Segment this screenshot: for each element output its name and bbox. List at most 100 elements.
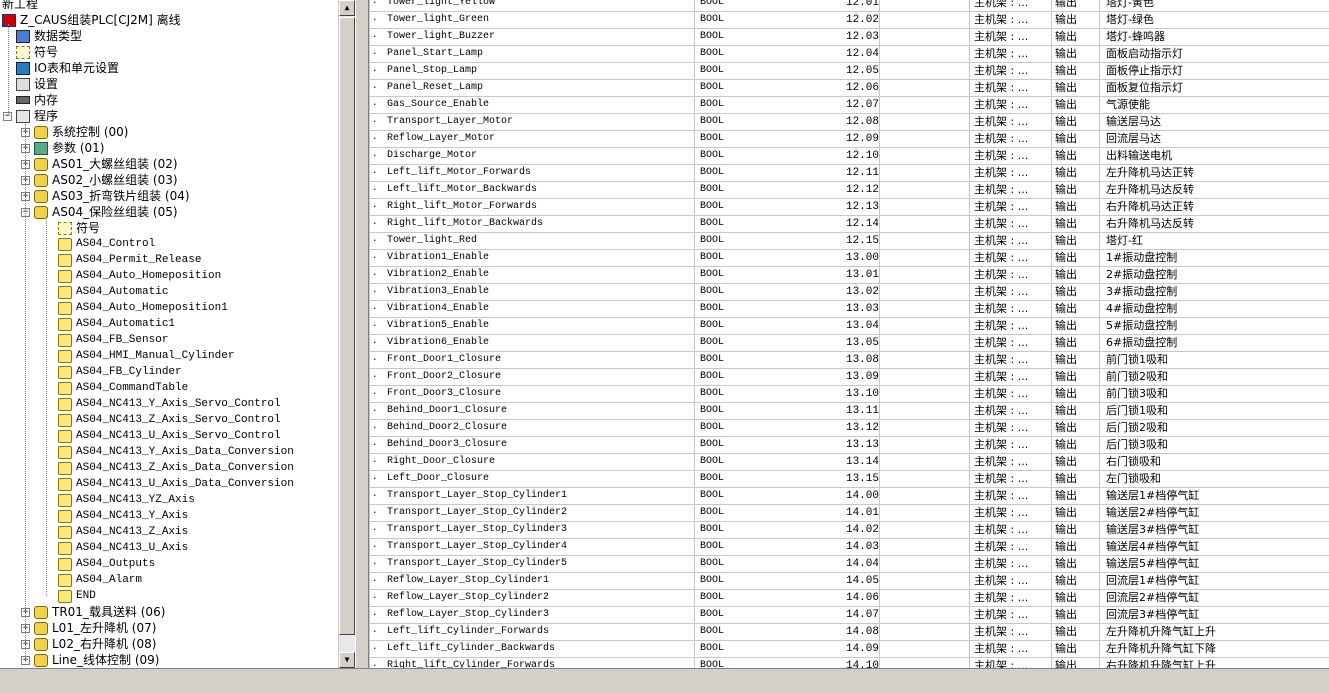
tree-section[interactable]: AS04_Outputs bbox=[58, 556, 155, 572]
table-row[interactable]: · Gas_Source_Enable BOOL 12.07 主机架 : ... 输出 气源… bbox=[369, 97, 1329, 114]
table-row[interactable]: · Right_lift_Motor_Forwards BOOL 12.13 主机架 :… bbox=[369, 199, 1329, 216]
scroll-down-arrow-icon[interactable]: ▼ bbox=[339, 652, 355, 668]
project-tree[interactable]: 新工程 Z_CAUS组装PLC[CJ2M] 离线 数据类型 符号 IO表和单元设置 设置内… bbox=[0, 0, 338, 668]
table-row[interactable]: · Vibration3_Enable BOOL 13.02 主机架 : ... 输出 3#… bbox=[369, 284, 1329, 301]
table-row[interactable]: · Transport_Layer_Stop_Cylinder1 BOOL 14.00… bbox=[369, 488, 1329, 505]
row-marker: · bbox=[373, 217, 377, 230]
table-row[interactable]: · Tower_light_Buzzer BOOL 12.03 主机架 : ... 输出 塔… bbox=[369, 29, 1329, 46]
table-row[interactable]: · Vibration2_Enable BOOL 13.01 主机架 : ... 输出 2#… bbox=[369, 267, 1329, 284]
section-icon bbox=[58, 253, 72, 267]
table-row[interactable]: · Behind_Door3_Closure BOOL 13.13 主机架 : ... 输… bbox=[369, 437, 1329, 454]
pane-splitter[interactable] bbox=[355, 0, 369, 668]
scroll-up-arrow-icon[interactable]: ▲ bbox=[339, 0, 355, 16]
tree-section[interactable]: AS04_FB_Cylinder bbox=[58, 364, 182, 380]
table-row[interactable]: · Reflow_Layer_Stop_Cylinder1 BOOL 14.05 主机架… bbox=[369, 573, 1329, 590]
table-row[interactable]: · Vibration6_Enable BOOL 13.05 主机架 : ... 输出 6#… bbox=[369, 335, 1329, 352]
tree-section[interactable]: AS04_NC413_Z_Axis_Servo_Control bbox=[58, 412, 281, 428]
tree-section[interactable]: AS04_Auto_Homeposition bbox=[58, 268, 221, 284]
table-row[interactable]: · Reflow_Layer_Motor BOOL 12.09 主机架 : ... 输出 回… bbox=[369, 131, 1329, 148]
table-row[interactable]: · Behind_Door2_Closure BOOL 13.12 主机架 : ... 输… bbox=[369, 420, 1329, 437]
table-row[interactable]: · Transport_Layer_Stop_Cylinder3 BOOL 14.02… bbox=[369, 522, 1329, 539]
table-row[interactable]: · Panel_Reset_Lamp BOOL 12.06 主机架 : ... 输出 面板复… bbox=[369, 80, 1329, 97]
table-row[interactable]: · Front_Door1_Closure BOOL 13.08 主机架 : ... 输出… bbox=[369, 352, 1329, 369]
table-row[interactable]: · Right_lift_Cylinder_Forwards BOOL 14.10 主机… bbox=[369, 658, 1329, 668]
symbol-io: 输出 bbox=[1055, 81, 1077, 94]
table-row[interactable]: · Vibration1_Enable BOOL 13.00 主机架 : ... 输出 1#… bbox=[369, 250, 1329, 267]
tree-section[interactable]: AS04_NC413_Y_Axis_Data_Conversion bbox=[58, 444, 294, 460]
tree-program[interactable]: + L02_右升降机 (08) bbox=[21, 636, 156, 652]
tree-section[interactable]: AS04_NC413_U_Axis_Servo_Control bbox=[58, 428, 281, 444]
tree-section[interactable]: AS04_Automatic1 bbox=[58, 316, 175, 332]
tree-node[interactable]: 数据类型 bbox=[16, 28, 82, 44]
tree-section[interactable]: AS04_HMI_Manual_Cylinder bbox=[58, 348, 234, 364]
tree-section[interactable]: END bbox=[58, 588, 96, 604]
tree-section[interactable]: AS04_FB_Sensor bbox=[58, 332, 168, 348]
table-row[interactable]: · Transport_Layer_Stop_Cylinder4 BOOL 14.03… bbox=[369, 539, 1329, 556]
symbol-address: 14.04 bbox=[845, 558, 879, 570]
tree-section[interactable]: AS04_Permit_Release bbox=[58, 252, 201, 268]
table-row[interactable]: · Vibration5_Enable BOOL 13.04 主机架 : ... 输出 5#… bbox=[369, 318, 1329, 335]
tree-section[interactable]: 符号 bbox=[58, 220, 100, 236]
tree-program[interactable]: − AS04_保险丝组装 (05) bbox=[21, 204, 178, 220]
section-icon bbox=[58, 381, 72, 395]
table-row[interactable]: · Transport_Layer_Motor BOOL 12.08 主机架 : ...… bbox=[369, 114, 1329, 131]
tree-section[interactable]: AS04_NC413_Y_Axis bbox=[58, 508, 188, 524]
scrollbar-thumb[interactable] bbox=[339, 17, 355, 635]
table-row[interactable]: · Right_lift_Motor_Backwards BOOL 12.14 主机架 … bbox=[369, 216, 1329, 233]
table-row[interactable]: · Left_Door_Closure BOOL 13.15 主机架 : ... 输出 左门… bbox=[369, 471, 1329, 488]
tree-section[interactable]: AS04_Automatic bbox=[58, 284, 168, 300]
table-row[interactable]: · Left_lift_Motor_Forwards BOOL 12.11 主机架 : … bbox=[369, 165, 1329, 182]
tree-plc-node[interactable]: Z_CAUS组装PLC[CJ2M] 离线 bbox=[2, 12, 181, 28]
tree-section[interactable]: AS04_NC413_U_Axis bbox=[58, 540, 188, 556]
tree-program[interactable]: + Line_线体控制 (09) bbox=[21, 652, 159, 668]
tree-program[interactable]: + L01_左升降机 (07) bbox=[21, 620, 156, 636]
table-row[interactable]: · Vibration4_Enable BOOL 13.03 主机架 : ... 输出 4#… bbox=[369, 301, 1329, 318]
tree-root[interactable]: 新工程 bbox=[2, 0, 38, 12]
tree-node[interactable]: − 程序 bbox=[3, 108, 58, 124]
tree-node[interactable]: IO表和单元设置 bbox=[16, 60, 119, 76]
row-marker: · bbox=[373, 81, 377, 94]
tree-section[interactable]: AS04_NC413_Y_Axis_Servo_Control bbox=[58, 396, 281, 412]
table-row[interactable]: · Discharge_Motor BOOL 12.10 主机架 : ... 输出 出料输送… bbox=[369, 148, 1329, 165]
tree-section[interactable]: AS04_NC413_YZ_Axis bbox=[58, 492, 195, 508]
symbol-address: 12.13 bbox=[845, 201, 879, 213]
table-row[interactable]: · Tower_light_Yellow BOOL 12.01 主机架 : ... 输出 塔… bbox=[369, 0, 1329, 12]
tree-section[interactable]: AS04_Control bbox=[58, 236, 155, 252]
tree-program[interactable]: + AS03_折弯铁片组装 (04) bbox=[21, 188, 190, 204]
tree-section[interactable]: AS04_NC413_Z_Axis bbox=[58, 524, 188, 540]
tree-program[interactable]: + AS02_小螺丝组装 (03) bbox=[21, 172, 178, 188]
tree-section[interactable]: AS04_NC413_U_Axis_Data_Conversion bbox=[58, 476, 294, 492]
tree-node[interactable]: 符号 bbox=[16, 44, 58, 60]
table-row[interactable]: · Panel_Start_Lamp BOOL 12.04 主机架 : ... 输出 面板启… bbox=[369, 46, 1329, 63]
symbol-table[interactable]: · Tower_light_Yellow BOOL 12.01 主机架 : ... 输出塔… bbox=[369, 0, 1329, 668]
tree-node[interactable]: 内存 bbox=[16, 92, 58, 108]
section-icon bbox=[58, 429, 72, 443]
tree-node[interactable]: 设置 bbox=[16, 76, 58, 92]
tree-program[interactable]: + 参数 (01) bbox=[21, 140, 104, 156]
table-row[interactable]: · Front_Door3_Closure BOOL 13.10 主机架 : ... 输出… bbox=[369, 386, 1329, 403]
tree-program[interactable]: + 系统控制 (00) bbox=[21, 124, 128, 140]
symbol-type: BOOL bbox=[700, 82, 725, 93]
table-row[interactable]: · Transport_Layer_Stop_Cylinder2 BOOL 14.01… bbox=[369, 505, 1329, 522]
table-row[interactable]: · Right_Door_Closure BOOL 13.14 主机架 : ... 输出 右… bbox=[369, 454, 1329, 471]
row-marker: · bbox=[373, 455, 377, 468]
table-row[interactable]: · Tower_light_Green BOOL 12.02 主机架 : ... 输出 塔灯… bbox=[369, 12, 1329, 29]
tree-program[interactable]: + TR01_载具送料 (06) bbox=[21, 604, 165, 620]
tree-vertical-scrollbar[interactable]: ▲ ▼ bbox=[338, 0, 355, 668]
symbol-rack: 主机架 : ... bbox=[974, 0, 1029, 9]
table-row[interactable]: · Panel_Stop_Lamp BOOL 12.05 主机架 : ... 输出 面板停止… bbox=[369, 63, 1329, 80]
table-row[interactable]: · Left_lift_Cylinder_Forwards BOOL 14.08 主机架… bbox=[369, 624, 1329, 641]
table-row[interactable]: · Left_lift_Cylinder_Backwards BOOL 14.09 主机… bbox=[369, 641, 1329, 658]
tree-program[interactable]: + AS01_大螺丝组装 (02) bbox=[21, 156, 178, 172]
table-row[interactable]: · Tower_light_Red BOOL 12.15 主机架 : ... 输出 塔灯-红 bbox=[369, 233, 1329, 250]
table-row[interactable]: · Reflow_Layer_Stop_Cylinder3 BOOL 14.07 主机架… bbox=[369, 607, 1329, 624]
table-row[interactable]: · Reflow_Layer_Stop_Cylinder2 BOOL 14.06 主机架… bbox=[369, 590, 1329, 607]
table-row[interactable]: · Transport_Layer_Stop_Cylinder5 BOOL 14.04… bbox=[369, 556, 1329, 573]
tree-section[interactable]: AS04_CommandTable bbox=[58, 380, 188, 396]
tree-section[interactable]: AS04_Auto_Homeposition1 bbox=[58, 300, 228, 316]
table-row[interactable]: · Front_Door2_Closure BOOL 13.09 主机架 : ... 输出… bbox=[369, 369, 1329, 386]
table-row[interactable]: · Behind_Door1_Closure BOOL 13.11 主机架 : ... 输… bbox=[369, 403, 1329, 420]
table-row[interactable]: · Left_lift_Motor_Backwards BOOL 12.12 主机架 :… bbox=[369, 182, 1329, 199]
tree-section[interactable]: AS04_NC413_Z_Axis_Data_Conversion bbox=[58, 460, 294, 476]
tree-section[interactable]: AS04_Alarm bbox=[58, 572, 142, 588]
